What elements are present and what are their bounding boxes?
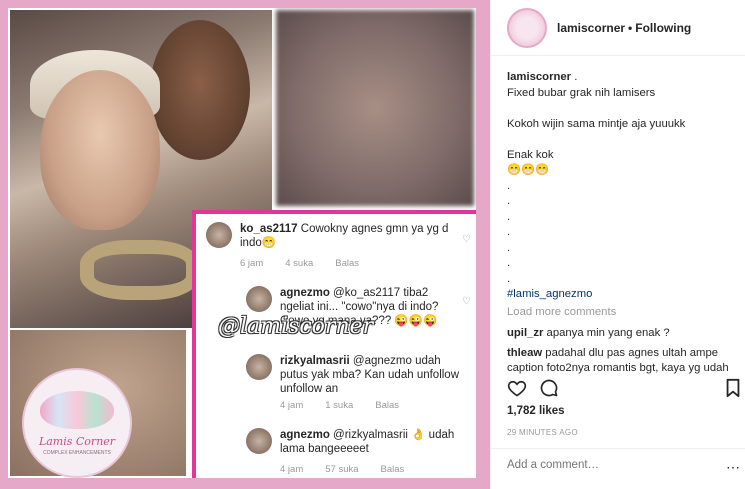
photo-blurred-top-right bbox=[276, 10, 474, 206]
comment-username[interactable]: thleaw bbox=[507, 347, 542, 359]
more-icon[interactable]: ⋯ bbox=[726, 459, 740, 476]
caption-line bbox=[507, 132, 742, 148]
comment-icon[interactable] bbox=[539, 378, 559, 403]
bookmark-icon[interactable] bbox=[725, 378, 741, 403]
logo-subtitle: COMPLEX ENHANCEMENTS bbox=[43, 449, 111, 456]
load-more-comments-button[interactable]: Load more comments bbox=[507, 305, 742, 321]
avatar[interactable] bbox=[507, 8, 547, 48]
caption-line: . bbox=[507, 272, 511, 285]
comment-time: 4 jam bbox=[280, 464, 304, 475]
logo-title: Lamis Corner bbox=[38, 434, 116, 448]
caption-after-username: . bbox=[574, 71, 578, 83]
caption-line: . bbox=[507, 241, 511, 254]
comment-text: apanya min yang enak ? bbox=[546, 327, 670, 339]
heart-icon: ♡ bbox=[462, 234, 471, 245]
add-comment-input[interactable] bbox=[507, 459, 707, 471]
avatar bbox=[246, 286, 272, 312]
caption-line: . bbox=[507, 195, 511, 207]
overlay-comment-meta: 6 jam 4 suka Balas bbox=[240, 258, 359, 269]
hashtag-link[interactable]: #lamis_agnezmo bbox=[507, 287, 742, 303]
comment-reply: Balas bbox=[335, 258, 359, 269]
avatar bbox=[246, 354, 272, 380]
caption-line: . bbox=[507, 226, 511, 238]
likes-count[interactable]: 1,782 likes bbox=[507, 405, 565, 417]
overlay-comment-user: ko_as2117 bbox=[240, 223, 298, 235]
overlay-comment-1: ko_as2117 Cowokny agnes gmn ya yg d indo… bbox=[240, 222, 450, 250]
add-comment-bar: ⋯ bbox=[491, 448, 745, 489]
photo-face-man bbox=[150, 20, 250, 160]
overlay-comment-meta: 4 jam 57 suka Balas bbox=[280, 464, 404, 475]
separator: • bbox=[628, 21, 633, 35]
heart-icon: ♡ bbox=[462, 296, 471, 307]
overlay-comment-user: rizkyalmasrii bbox=[280, 355, 350, 367]
photo-chain-necklace bbox=[80, 240, 200, 300]
caption-username[interactable]: lamiscorner bbox=[507, 71, 571, 83]
comment-screenshot-overlay: ko_as2117 Cowokny agnes gmn ya yg d indo… bbox=[192, 210, 476, 478]
lamis-corner-logo: Lamis Corner COMPLEX ENHANCEMENTS bbox=[22, 368, 132, 478]
overlay-comment-3: rizkyalmasrii @agnezmo udah putus yak mb… bbox=[280, 354, 460, 396]
caption-line: 😁😁😁 bbox=[507, 164, 550, 176]
overlay-comment-4: agnezmo @rizkyalmasrii 👌 udah lama bange… bbox=[280, 428, 460, 456]
caption-line: . bbox=[507, 257, 511, 269]
post-sidebar: lamiscorner • Following lamiscorner . Fixe… bbox=[490, 0, 745, 489]
comments-section: lamiscorner . Fixed bubar grak nih lamis… bbox=[507, 70, 742, 377]
caption-line: Fixed bubar grak nih lamisers bbox=[507, 86, 656, 99]
follow-button[interactable]: Following bbox=[635, 21, 691, 35]
comment-reply: Balas bbox=[380, 464, 405, 475]
caption-line: Kokoh wijin sama mintje aja yuuukk bbox=[507, 117, 686, 130]
comment-item: upil_zr apanya min yang enak ? bbox=[507, 326, 742, 342]
caption-line: Enak kok bbox=[507, 148, 554, 161]
caption-header: lamiscorner . bbox=[507, 70, 742, 86]
username-link[interactable]: lamiscorner bbox=[557, 21, 625, 35]
post-image-frame: Lamis Corner COMPLEX ENHANCEMENTS ko_as2… bbox=[0, 0, 490, 489]
comment-reply: Balas bbox=[375, 400, 399, 411]
caption-line: . bbox=[507, 179, 511, 192]
comment-item: thleaw padahal dlu pas agnes ultah ampe … bbox=[507, 346, 742, 377]
overlay-comment-meta: 4 jam 1 suka Balas bbox=[280, 400, 399, 411]
lips-logo-icon bbox=[40, 390, 114, 429]
photo-face-woman bbox=[40, 70, 160, 230]
overlay-comment-user: agnezmo bbox=[280, 429, 330, 441]
post-header: lamiscorner • Following bbox=[491, 0, 745, 56]
comment-time: 6 jam bbox=[240, 258, 264, 269]
post-timestamp[interactable]: 29 MINUTES AGO bbox=[507, 428, 578, 437]
action-bar bbox=[507, 378, 740, 403]
caption-line bbox=[507, 101, 742, 117]
comment-likes: 1 suka bbox=[325, 400, 354, 411]
post-image[interactable]: Lamis Corner COMPLEX ENHANCEMENTS ko_as2… bbox=[8, 8, 476, 478]
header-user-line: lamiscorner • Following bbox=[557, 21, 691, 35]
avatar bbox=[206, 222, 232, 248]
overlay-comment-user: agnezmo bbox=[280, 287, 330, 299]
comment-time: 4 jam bbox=[280, 400, 304, 411]
caption-line: . bbox=[507, 210, 511, 223]
avatar bbox=[246, 428, 272, 454]
heart-icon[interactable] bbox=[507, 378, 527, 403]
comment-username[interactable]: upil_zr bbox=[507, 327, 543, 339]
watermark: @lamiscorner bbox=[218, 314, 374, 339]
comment-likes: 4 suka bbox=[285, 258, 314, 269]
comment-likes: 57 suka bbox=[325, 464, 359, 475]
